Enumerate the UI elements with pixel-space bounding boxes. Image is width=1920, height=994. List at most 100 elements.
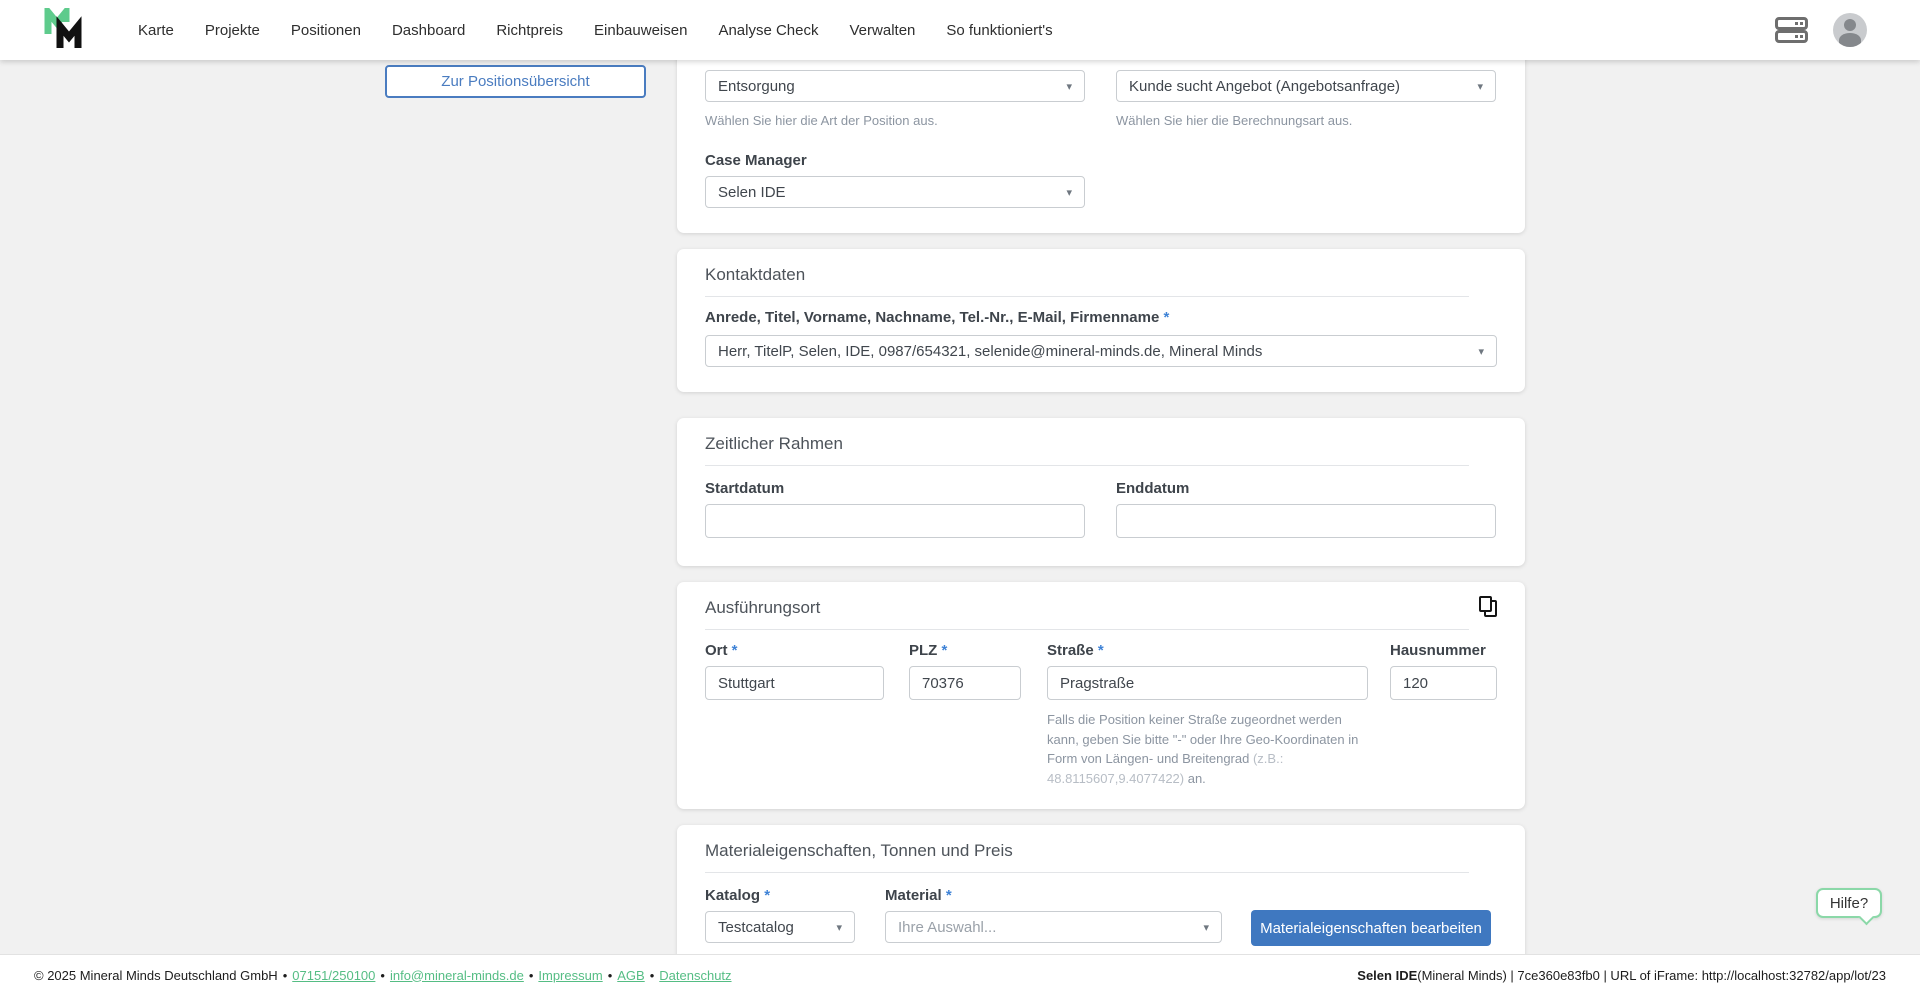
main-nav: Karte Projekte Positionen Dashboard Rich… xyxy=(138,0,1053,60)
edit-material-properties-button[interactable]: Materialeigenschaften bearbeiten xyxy=(1251,910,1491,946)
katalog-label: Katalog * xyxy=(705,887,770,904)
location-card: Ausführungsort Ort * PLZ * Straße * Haus… xyxy=(677,582,1525,809)
nav-item-so-funktionierts[interactable]: So funktioniert's xyxy=(946,22,1052,39)
nav-item-dashboard[interactable]: Dashboard xyxy=(392,22,465,39)
enddate-label: Enddatum xyxy=(1116,480,1189,497)
footer-separator: • xyxy=(380,968,385,983)
footer-user-name: Selen IDE xyxy=(1357,968,1417,983)
nav-item-projekte[interactable]: Projekte xyxy=(205,22,260,39)
contact-card-title: Kontaktdaten xyxy=(705,265,805,285)
contact-value: Herr, TitelP, Selen, IDE, 0987/654321, s… xyxy=(718,343,1470,360)
help-button-label: Hilfe? xyxy=(1830,895,1868,912)
strasse-helper-text: Falls die Position keiner Straße zugeord… xyxy=(1047,712,1358,766)
nav-item-einbauweisen[interactable]: Einbauweisen xyxy=(594,22,687,39)
footer-bar: © 2025 Mineral Minds Deutschland GmbH • … xyxy=(0,954,1920,994)
plz-label-text: PLZ xyxy=(909,642,937,659)
chevron-down-icon: ▾ xyxy=(1066,80,1072,93)
copy-icon-front xyxy=(1479,596,1492,612)
required-asterisk: * xyxy=(732,642,738,659)
divider xyxy=(705,465,1469,466)
mineral-minds-logo[interactable] xyxy=(44,8,90,52)
back-to-position-overview-button[interactable]: Zur Positionsübersicht xyxy=(385,65,646,98)
footer-left: © 2025 Mineral Minds Deutschland GmbH • … xyxy=(34,955,732,994)
chevron-down-icon: ▾ xyxy=(1066,186,1072,199)
katalog-value: Testcatalog xyxy=(718,919,828,936)
avatar-shoulders xyxy=(1839,33,1861,47)
case-manager-value: Selen IDE xyxy=(718,184,1058,201)
ort-label: Ort * xyxy=(705,642,738,659)
nav-item-analyse-check[interactable]: Analyse Check xyxy=(718,22,818,39)
startdate-input[interactable] xyxy=(705,504,1085,538)
material-select[interactable]: Ihre Auswahl... ▾ xyxy=(885,911,1222,943)
calculation-type-select[interactable]: Kunde sucht Angebot (Angebotsanfrage) ▾ xyxy=(1116,70,1496,102)
hausnummer-label: Hausnummer xyxy=(1390,642,1486,659)
strasse-label-text: Straße xyxy=(1047,642,1094,659)
footer-agb-link[interactable]: AGB xyxy=(617,968,644,983)
case-manager-label: Case Manager xyxy=(705,152,807,169)
position-type-helper: Wählen Sie hier die Art der Position aus… xyxy=(705,111,938,131)
strasse-helper: Falls die Position keiner Straße zugeord… xyxy=(1047,710,1369,788)
strasse-label: Straße * xyxy=(1047,642,1104,659)
required-asterisk: * xyxy=(946,887,952,904)
calculation-type-value: Kunde sucht Angebot (Angebotsanfrage) xyxy=(1129,78,1469,95)
divider xyxy=(705,629,1469,630)
chevron-down-icon: ▾ xyxy=(1203,921,1209,934)
location-card-title: Ausführungsort xyxy=(705,598,820,618)
speech-bubble-tail xyxy=(1859,910,1875,926)
footer-separator: • xyxy=(608,968,613,983)
contact-select[interactable]: Herr, TitelP, Selen, IDE, 0987/654321, s… xyxy=(705,335,1497,367)
ort-label-text: Ort xyxy=(705,642,728,659)
hausnummer-input[interactable] xyxy=(1390,666,1497,700)
material-label-text: Material xyxy=(885,887,942,904)
footer-separator: • xyxy=(283,968,288,983)
position-type-select[interactable]: Entsorgung ▾ xyxy=(705,70,1085,102)
required-asterisk: * xyxy=(764,887,770,904)
startdate-label: Startdatum xyxy=(705,480,784,497)
footer-copyright: © 2025 Mineral Minds Deutschland GmbH xyxy=(34,968,278,983)
timeframe-card: Zeitlicher Rahmen Startdatum Enddatum xyxy=(677,418,1525,566)
required-asterisk: * xyxy=(942,642,948,659)
copy-icon[interactable] xyxy=(1479,596,1501,620)
divider xyxy=(705,296,1469,297)
chevron-down-icon: ▾ xyxy=(836,921,842,934)
position-type-value: Entsorgung xyxy=(718,78,1058,95)
nav-item-richtpreis[interactable]: Richtpreis xyxy=(496,22,563,39)
material-card-title: Materialeigenschaften, Tonnen und Preis xyxy=(705,841,1013,861)
plz-input[interactable] xyxy=(909,666,1021,700)
help-button[interactable]: Hilfe? xyxy=(1816,888,1882,918)
nav-item-karte[interactable]: Karte xyxy=(138,22,174,39)
katalog-select[interactable]: Testcatalog ▾ xyxy=(705,911,855,943)
footer-session-details: (Mineral Minds) | 7ce360e83fb0 | URL of … xyxy=(1417,968,1886,983)
header-icons xyxy=(1775,0,1867,60)
ort-input[interactable] xyxy=(705,666,884,700)
footer-datenschutz-link[interactable]: Datenschutz xyxy=(659,968,731,983)
avatar-head xyxy=(1844,19,1856,31)
footer-separator: • xyxy=(650,968,655,983)
contact-label: Anrede, Titel, Vorname, Nachname, Tel.-N… xyxy=(705,309,1169,326)
required-asterisk: * xyxy=(1163,309,1169,326)
chevron-down-icon: ▾ xyxy=(1478,345,1484,358)
katalog-label-text: Katalog xyxy=(705,887,760,904)
footer-separator: • xyxy=(529,968,534,983)
case-manager-select[interactable]: Selen IDE ▾ xyxy=(705,176,1085,208)
calculation-type-helper: Wählen Sie hier die Berechnungsart aus. xyxy=(1116,111,1352,131)
strasse-helper-suffix: an. xyxy=(1184,771,1206,786)
divider xyxy=(705,872,1469,873)
plz-label: PLZ * xyxy=(909,642,947,659)
footer-impressum-link[interactable]: Impressum xyxy=(538,968,602,983)
contact-label-text: Anrede, Titel, Vorname, Nachname, Tel.-N… xyxy=(705,309,1159,326)
footer-session-info: Selen IDE (Mineral Minds) | 7ce360e83fb0… xyxy=(1357,955,1886,994)
server-rack-icon[interactable] xyxy=(1775,17,1808,43)
strasse-input[interactable] xyxy=(1047,666,1368,700)
footer-phone-link[interactable]: 07151/250100 xyxy=(292,968,375,983)
user-avatar-icon[interactable] xyxy=(1833,13,1867,47)
material-label: Material * xyxy=(885,887,952,904)
nav-item-positionen[interactable]: Positionen xyxy=(291,22,361,39)
enddate-input[interactable] xyxy=(1116,504,1496,538)
material-card: Materialeigenschaften, Tonnen und Preis … xyxy=(677,825,1525,965)
timeframe-card-title: Zeitlicher Rahmen xyxy=(705,434,843,454)
footer-email-link[interactable]: info@mineral-minds.de xyxy=(390,968,524,983)
nav-item-verwalten[interactable]: Verwalten xyxy=(850,22,916,39)
chevron-down-icon: ▾ xyxy=(1477,80,1483,93)
material-placeholder: Ihre Auswahl... xyxy=(898,919,1195,936)
